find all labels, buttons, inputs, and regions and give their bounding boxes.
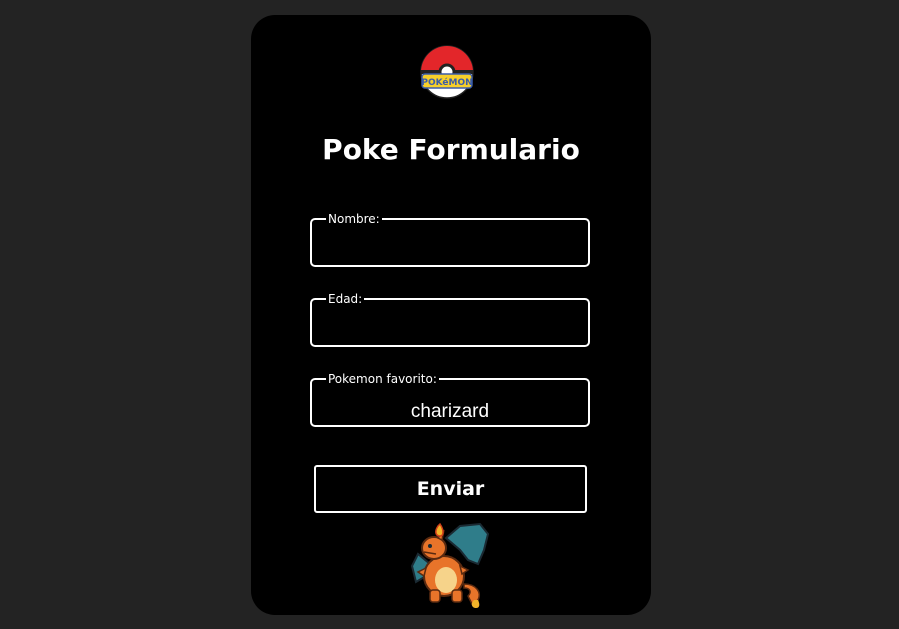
name-field: Nombre: <box>310 212 590 271</box>
submit-button[interactable]: Enviar <box>314 465 587 513</box>
name-label: Nombre: <box>328 212 380 226</box>
svg-text:POKéMON: POKéMON <box>421 77 472 88</box>
favorite-pokemon-field: Pokemon favorito: <box>310 372 590 431</box>
age-field: Edad: <box>310 292 590 351</box>
pokeball-logo-icon: POKéMON <box>420 45 474 99</box>
form-card: POKéMON Poke Formulario Nombre: Edad: Po… <box>251 15 651 615</box>
favorite-pokemon-label: Pokemon favorito: <box>328 372 437 386</box>
age-label: Edad: <box>328 292 363 306</box>
name-input[interactable] <box>312 233 588 271</box>
age-input[interactable] <box>312 313 588 351</box>
page-title: Poke Formulario <box>322 133 580 166</box>
favorite-pokemon-input[interactable] <box>312 393 588 431</box>
charizard-sprite-icon <box>410 522 490 608</box>
